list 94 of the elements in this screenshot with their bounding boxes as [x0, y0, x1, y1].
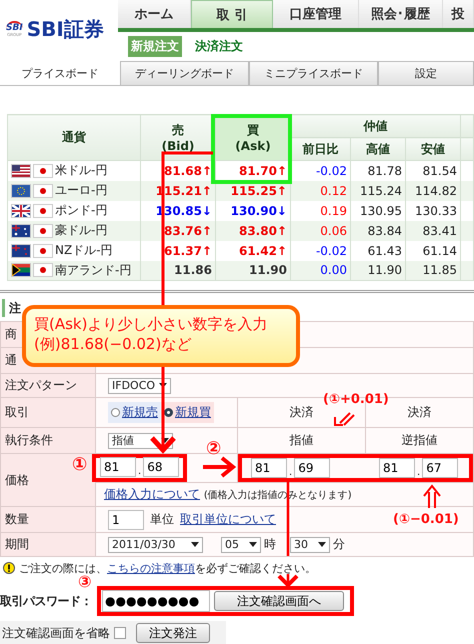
low-value: 114.82: [406, 180, 461, 200]
ask-price: 83.80↑: [216, 220, 290, 240]
flag-icon: [33, 263, 53, 278]
price-input[interactable]: 68: [143, 457, 180, 477]
skip-label: 注文確認画面を省略: [2, 624, 110, 642]
order-button[interactable]: 注文発注: [136, 623, 210, 643]
caret-icon: [191, 542, 199, 547]
high-value: 83.84: [350, 220, 406, 240]
currency-pair: ポンド-円: [55, 202, 108, 219]
notice-text: ご注文の際には、こちらの注意事項を必ずご確認ください。: [19, 560, 316, 576]
double-arrow-icon: [423, 484, 441, 509]
flag-icon: [33, 224, 53, 238]
form-label: 期間: [0, 532, 96, 556]
arrow: [203, 456, 236, 478]
flag-icon: [11, 204, 31, 218]
unit-link[interactable]: 取引単位について: [180, 511, 276, 528]
low-value: 83.41: [406, 220, 461, 240]
password-label: 取引パスワード：: [0, 592, 93, 610]
annotation-text: (①−0.01): [393, 512, 459, 527]
column-header: 仲値: [290, 114, 461, 138]
low-value: 11.85: [406, 260, 461, 280]
form-label: 数量: [0, 506, 96, 532]
unit-label: 時: [264, 536, 276, 553]
step-marker: ②: [206, 440, 222, 458]
flag-icon: [33, 204, 53, 218]
password-input[interactable]: ●●●●●●●●●: [102, 590, 210, 612]
column-header: 前日比: [290, 138, 350, 160]
flag-icon: [11, 224, 31, 238]
change-value: 0.00: [290, 260, 350, 280]
quantity-input[interactable]: 1: [108, 510, 144, 530]
sub-nav-tab[interactable]: 決済注文: [192, 36, 246, 57]
logo-text: SBI証券: [26, 16, 104, 42]
confirm-button[interactable]: 注文確認画面へ: [214, 591, 344, 611]
caret-icon: [161, 438, 169, 443]
form-label: 執行条件: [0, 428, 96, 454]
currency-pair: NZドル-円: [55, 242, 113, 259]
currency-pair: ユーロ-円: [55, 182, 108, 199]
date-dropdown[interactable]: 2011/03/30: [108, 536, 203, 552]
change-value: 0.12: [290, 180, 350, 200]
flag-icon: [11, 263, 31, 278]
ask-price: 11.90: [216, 260, 290, 280]
flag-icon: [33, 184, 53, 198]
high-value: 11.90: [350, 260, 406, 280]
price-input[interactable]: 81: [379, 458, 415, 478]
board-tab[interactable]: ディーリングボード: [120, 61, 249, 85]
currency-pair: 南アランド-円: [55, 262, 132, 279]
unit-label: 分: [333, 536, 345, 553]
bid-price: 83.76↑: [140, 220, 216, 240]
price-input[interactable]: 81: [251, 458, 287, 478]
price-input[interactable]: 69: [294, 458, 330, 478]
radio-option[interactable]: 新規買: [161, 402, 214, 423]
decimal-point: .: [289, 467, 292, 478]
price-input[interactable]: 81: [100, 457, 136, 477]
column-header: 高値: [350, 138, 406, 160]
form-label: 注文パターン: [0, 374, 96, 398]
caret-icon: [318, 542, 326, 547]
flag-icon: [11, 164, 31, 178]
step-marker: ③: [78, 574, 92, 590]
column-header: 安値: [406, 138, 461, 160]
board-tab[interactable]: ミニプライスボード: [249, 61, 378, 85]
hour-dropdown[interactable]: 05: [221, 536, 261, 552]
decimal-point: .: [138, 466, 142, 477]
double-arrow-icon: [334, 412, 355, 426]
form-label: 取引: [0, 398, 96, 428]
decimal-point: .: [417, 467, 420, 478]
caret-icon: [249, 542, 257, 547]
board-tab[interactable]: 設定: [378, 61, 474, 85]
notice-link[interactable]: こちらの注意事項: [107, 562, 195, 574]
bid-price: 11.86: [140, 260, 216, 280]
change-value: 0.06: [290, 220, 350, 240]
column-header: 指値: [238, 428, 366, 454]
help-link[interactable]: 価格入力について: [104, 487, 200, 501]
price-input[interactable]: 67: [422, 458, 458, 478]
step-marker: ①: [72, 456, 88, 474]
flag-icon: [11, 184, 31, 198]
nav-tab[interactable]: 取 引: [191, 0, 273, 28]
currency-pair: 米ドル-円: [55, 162, 108, 180]
flag-icon: [33, 164, 53, 178]
flag-icon: [33, 244, 53, 258]
minute-dropdown[interactable]: 30: [290, 536, 330, 552]
currency-pair: 豪ドル-円: [55, 222, 108, 239]
ask-price: 81.70↑: [216, 160, 290, 180]
high-value: 115.24: [350, 180, 406, 200]
nav-tab[interactable]: 投: [443, 0, 474, 28]
flag-icon: [11, 244, 31, 258]
checkbox[interactable]: [114, 627, 126, 639]
unit-label: 単位: [150, 511, 174, 528]
warning-icon: [3, 562, 15, 574]
column-header: 逆指値: [366, 428, 474, 454]
nav-tab[interactable]: 口座管理: [273, 0, 359, 28]
nav-tab[interactable]: 照会･履歴: [359, 0, 443, 28]
radio-option[interactable]: 新規売: [108, 402, 161, 423]
annotation-text: (①+0.01): [323, 392, 389, 407]
column-header: 通貨: [8, 114, 140, 160]
